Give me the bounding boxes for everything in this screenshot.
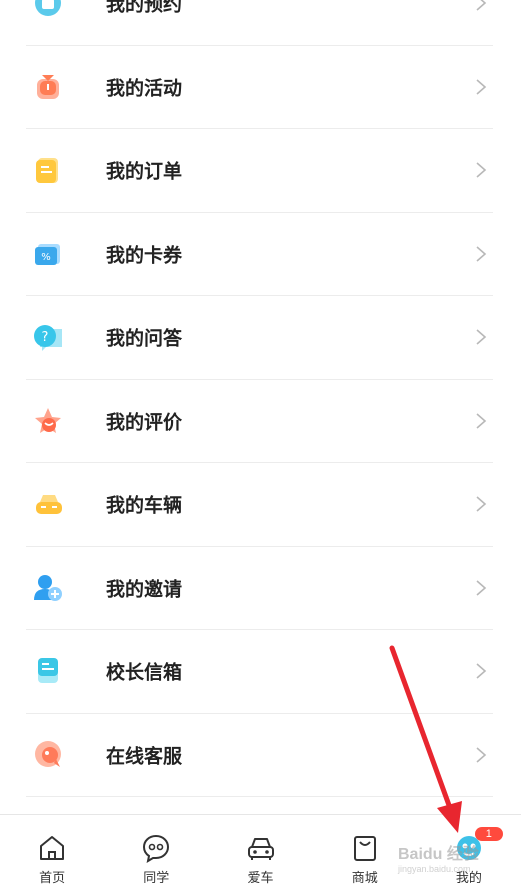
svg-text:?: ? <box>42 330 49 345</box>
tab-label: 首页 <box>39 870 66 885</box>
watermark-subtext: jingyan.baidu.com <box>398 864 471 874</box>
chevron-right-icon <box>476 246 487 262</box>
chevron-right-icon <box>476 663 487 679</box>
chevron-right-icon <box>476 162 487 178</box>
svg-text:%: % <box>41 252 51 263</box>
menu-item-activity[interactable]: 我的活动 <box>26 46 493 129</box>
menu-item-mailbox[interactable]: 校长信箱 <box>26 630 493 714</box>
menu-item-label: 我的预约 <box>106 0 183 16</box>
chevron-right-icon <box>476 580 487 596</box>
chevron-right-icon <box>476 79 487 95</box>
coupon-icon: % <box>35 243 60 265</box>
menu-item-label: 我的活动 <box>106 78 183 100</box>
notification-badge: 1 <box>474 827 503 841</box>
menu-item-order[interactable]: 我的订单 <box>26 129 493 213</box>
car-icon <box>36 495 62 515</box>
menu-item-qa[interactable]: ? 我的问答 <box>26 296 493 380</box>
menu-item-label: 校长信箱 <box>106 662 183 684</box>
mailbox-icon <box>38 658 58 684</box>
menu-item-label: 在线客服 <box>106 746 183 768</box>
menu-item-invite[interactable]: 我的邀请 <box>26 547 493 630</box>
home-icon <box>40 836 65 860</box>
watermark: Baidu 经验 jingyan.baidu.com <box>398 840 508 880</box>
activity-icon <box>37 74 59 99</box>
menu-item-appointment[interactable]: 我的预约 <box>26 0 493 46</box>
chevron-right-icon <box>476 0 487 11</box>
qa-icon: ? <box>34 325 62 352</box>
tab-home[interactable]: 首页 <box>0 815 104 892</box>
menu-item-vehicle[interactable]: 我的车辆 <box>26 463 493 547</box>
menu-item-label: 我的邀请 <box>106 579 183 601</box>
menu-list: 我的预约 我的活动 我的订单 % 我的卡券 ? 我的问答 我的评价 我的车辆 我… <box>0 0 521 797</box>
menu-item-customer-service[interactable]: 在线客服 <box>26 714 493 797</box>
menu-item-label: 我的车辆 <box>106 495 183 517</box>
order-icon <box>36 158 58 184</box>
menu-item-label: 我的评价 <box>106 412 183 434</box>
menu-item-label: 我的卡券 <box>106 245 183 267</box>
menu-item-label: 我的订单 <box>106 161 183 183</box>
menu-item-review[interactable]: 我的评价 <box>26 380 493 463</box>
tab-label: 爱车 <box>247 870 274 885</box>
chevron-right-icon <box>476 413 487 429</box>
car-outline-icon <box>247 838 274 860</box>
menu-item-label: 我的问答 <box>106 328 183 350</box>
watermark-text: Baidu 经验 <box>398 846 479 863</box>
chevron-right-icon <box>476 747 487 763</box>
chevron-right-icon <box>476 329 487 345</box>
shop-bag-icon <box>353 836 376 861</box>
review-icon <box>35 407 61 433</box>
tab-classmates[interactable]: 同学 <box>104 815 208 892</box>
service-icon <box>35 740 61 767</box>
invite-icon <box>34 574 62 601</box>
menu-item-coupon[interactable]: % 我的卡券 <box>26 213 493 296</box>
chevron-right-icon <box>476 496 487 512</box>
tab-label: 同学 <box>143 870 170 885</box>
calendar-icon <box>35 0 61 17</box>
tab-label: 商城 <box>351 870 378 885</box>
chat-icon <box>143 834 170 863</box>
tab-my-car[interactable]: 爱车 <box>208 815 312 892</box>
